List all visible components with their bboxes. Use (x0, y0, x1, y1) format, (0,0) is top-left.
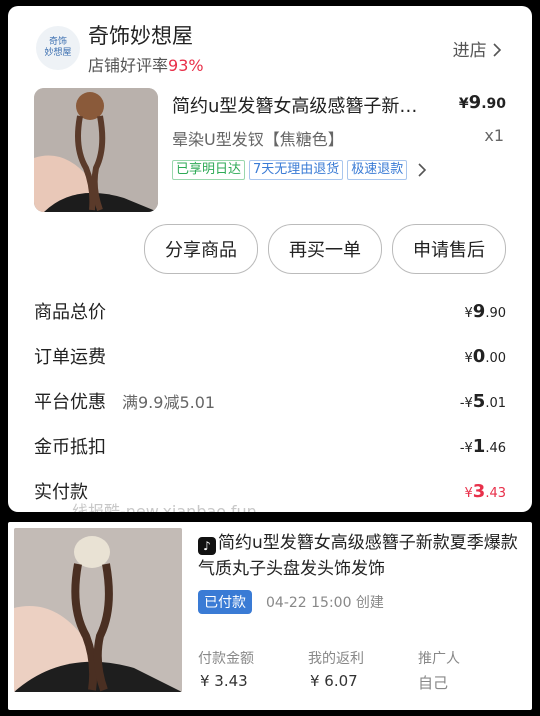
coin-value: -¥1.46 (460, 436, 506, 457)
rebuy-button[interactable]: 再买一单 (268, 224, 382, 274)
amount-label: 付款金额 (198, 651, 254, 667)
order-detail-panel: 奇饰 妙想屋 奇饰妙想屋 店铺好评率93% 进店 简约u型发簪女高级感簪子新… … (8, 6, 532, 512)
created-time: 04-22 15:00 创建 (266, 595, 384, 611)
coin-sym: -¥ (459, 440, 473, 456)
store-rating: 店铺好评率93% (88, 52, 204, 76)
store-logo[interactable]: 奇饰 妙想屋 (36, 26, 80, 70)
store-name[interactable]: 奇饰妙想屋 (88, 20, 193, 50)
chevron-right-icon (493, 43, 502, 57)
store-rating-value: 93% (168, 56, 204, 75)
rebate-value: ¥ 6.07 (310, 672, 358, 690)
paid-int: 3 (472, 480, 486, 502)
total-sym: ¥ (464, 305, 473, 321)
discount-dec: .01 (485, 395, 506, 411)
shipping-label: 订单运费 (34, 347, 106, 368)
hairpin-photo (34, 88, 158, 212)
product-qty: x1 (484, 126, 504, 145)
store-logo-line2: 妙想屋 (44, 48, 72, 58)
promo-product-image[interactable] (14, 528, 182, 692)
rebate-label: 我的返利 (308, 651, 364, 667)
paid-sym: ¥ (464, 485, 473, 501)
total-label: 商品总价 (34, 302, 106, 323)
coin-int: 1 (472, 435, 486, 457)
price-dec: .90 (481, 96, 506, 112)
enter-store-link[interactable]: 进店 (453, 36, 502, 61)
paid-value: ¥3.43 (465, 481, 507, 502)
product-title[interactable]: 简约u型发簪女高级感簪子新… (172, 92, 442, 118)
hairpin-photo (14, 528, 182, 692)
watermark: 线报酷-new.xianbao.fun (72, 502, 257, 512)
product-image[interactable] (34, 88, 158, 212)
after-sale-button[interactable]: 申请售后 (392, 224, 506, 274)
coin-label: 金币抵扣 (34, 437, 106, 458)
rebate-card[interactable]: ♪ 简约u型发簪女高级感簪子新款夏季爆款气质丸子头盘发头饰发饰 已付款 04-22… (8, 522, 532, 710)
tag-fast-refund: 极速退款 (347, 160, 408, 180)
tag-7day-return: 7天无理由退货 (249, 160, 344, 180)
product-price: ¥9.90 (459, 92, 506, 113)
promoter-label: 推广人 (418, 651, 460, 667)
discount-value: -¥5.01 (460, 391, 506, 412)
summary-row-total: 商品总价 ¥9.90 (34, 296, 506, 326)
chevron-right-icon[interactable] (417, 163, 427, 177)
store-rating-label: 店铺好评率 (88, 56, 169, 75)
summary-row-discount: 平台优惠 满9.9减5.01 -¥5.01 (34, 386, 506, 416)
price-symbol: ¥ (458, 96, 469, 112)
total-int: 9 (472, 300, 486, 322)
store-logo-line1: 奇饰 (48, 37, 67, 47)
share-product-button[interactable]: 分享商品 (144, 224, 258, 274)
summary-row-coin: 金币抵扣 -¥1.46 (34, 431, 506, 461)
discount-int: 5 (472, 390, 486, 412)
promo-title-text: 简约u型发簪女高级感簪子新款夏季爆款气质丸子头盘发头饰发饰 (198, 533, 518, 579)
amount-value: ¥ 3.43 (200, 672, 248, 690)
price-int: 9 (468, 92, 482, 113)
promoter-value: 自己 (418, 674, 449, 692)
tag-next-day: 已享明日达 (172, 160, 246, 180)
shipping-dec: .00 (485, 350, 506, 366)
enter-store-label: 进店 (452, 41, 487, 61)
shipping-sym: ¥ (464, 350, 473, 366)
discount-label: 平台优惠 (34, 392, 106, 413)
product-spec: 晕染U型发钗【焦糖色】 (172, 130, 344, 149)
summary-row-shipping: 订单运费 ¥0.00 (34, 341, 506, 371)
paid-dec: .43 (485, 485, 506, 501)
shipping-int: 0 (472, 345, 486, 367)
discount-note: 满9.9减5.01 (122, 393, 216, 412)
shipping-value: ¥0.00 (465, 346, 507, 367)
coin-dec: .46 (485, 440, 506, 456)
status-badge: 已付款 (198, 590, 252, 614)
total-value: ¥9.90 (465, 301, 507, 322)
discount-sym: -¥ (459, 395, 473, 411)
service-tags[interactable]: 已享明日达 7天无理由退货 极速退款 (172, 160, 427, 180)
total-dec: .90 (485, 305, 506, 321)
douyin-icon: ♪ (198, 537, 216, 555)
promo-title[interactable]: ♪ 简约u型发簪女高级感簪子新款夏季爆款气质丸子头盘发头饰发饰 (198, 530, 528, 582)
